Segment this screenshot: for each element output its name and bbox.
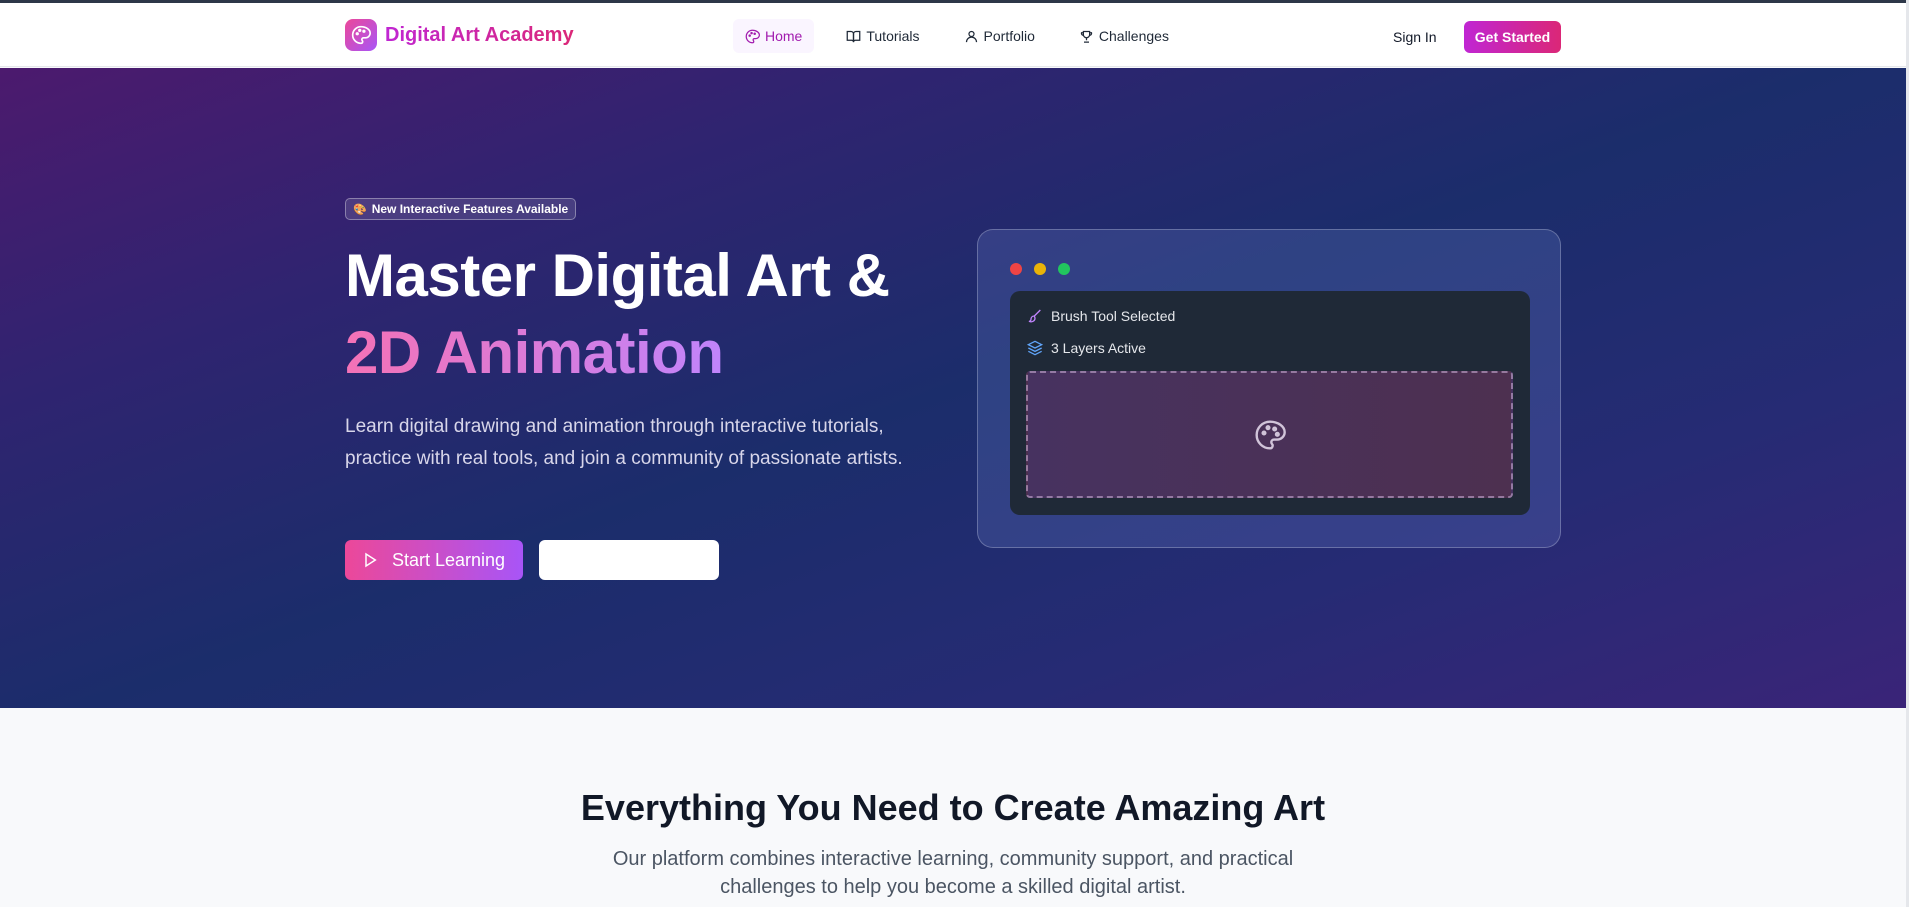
palette-icon bbox=[1254, 419, 1286, 450]
get-started-button[interactable]: Get Started bbox=[1464, 21, 1561, 53]
editor-panel: Brush Tool Selected 3 Layers Active bbox=[1010, 291, 1530, 515]
play-icon bbox=[365, 552, 377, 568]
features-title: Everything You Need to Create Amazing Ar… bbox=[580, 787, 1326, 828]
hero-section: 🎨 New Interactive Features Available Mas… bbox=[0, 68, 1906, 708]
hero-title-line1: Master Digital Art & bbox=[345, 242, 890, 309]
features-subtitle: Our platform combines interactive learni… bbox=[612, 848, 1294, 898]
layers-icon bbox=[1027, 340, 1043, 356]
palette-icon bbox=[745, 29, 760, 43]
palette-icon: 🎨 bbox=[353, 203, 367, 216]
feature-badge: 🎨 New Interactive Features Available bbox=[345, 198, 577, 220]
secondary-button[interactable] bbox=[539, 540, 719, 580]
nav-label: Portfolio bbox=[983, 28, 1035, 44]
nav-item-challenges[interactable]: Challenges bbox=[1067, 19, 1181, 53]
layers-status: 3 Layers Active bbox=[1027, 338, 1146, 358]
nav-item-home[interactable]: Home bbox=[733, 19, 815, 53]
palette-icon bbox=[345, 19, 377, 51]
window-dot-green bbox=[1058, 263, 1070, 275]
badge-text: New Interactive Features Available bbox=[371, 202, 569, 216]
trophy-icon bbox=[1080, 30, 1093, 43]
drawing-canvas[interactable] bbox=[1026, 371, 1513, 498]
hero-title-line2: 2D Animation bbox=[345, 319, 724, 386]
main-nav: Home Tutorials Portfolio Challenges bbox=[733, 19, 1201, 53]
tool-status-text: Brush Tool Selected bbox=[1051, 308, 1176, 324]
nav-item-tutorials[interactable]: Tutorials bbox=[834, 19, 931, 53]
button-label: Start Learning bbox=[392, 549, 506, 570]
book-open-icon bbox=[846, 30, 861, 42]
brand-logo[interactable]: Digital Art Academy bbox=[345, 19, 574, 51]
window-dot-red bbox=[1010, 263, 1022, 275]
tool-status: Brush Tool Selected bbox=[1027, 306, 1175, 326]
brand-name: Digital Art Academy bbox=[385, 23, 574, 46]
nav-label: Tutorials bbox=[866, 28, 920, 44]
hero-description: Learn digital drawing and animation thro… bbox=[345, 416, 903, 469]
window-dot-yellow bbox=[1034, 263, 1046, 275]
start-learning-button[interactable]: Start Learning bbox=[345, 540, 523, 580]
nav-label: Challenges bbox=[1098, 28, 1169, 44]
site-header: Digital Art Academy Home Tutorials Portf… bbox=[0, 3, 1906, 67]
sign-in-link[interactable]: Sign In bbox=[1393, 29, 1437, 45]
layers-status-text: 3 Layers Active bbox=[1051, 340, 1146, 356]
app-preview-mockup: Brush Tool Selected 3 Layers Active bbox=[977, 229, 1561, 548]
nav-label: Home bbox=[765, 28, 803, 44]
nav-item-portfolio[interactable]: Portfolio bbox=[952, 19, 1047, 53]
user-icon bbox=[965, 30, 977, 42]
brush-icon bbox=[1028, 309, 1041, 323]
